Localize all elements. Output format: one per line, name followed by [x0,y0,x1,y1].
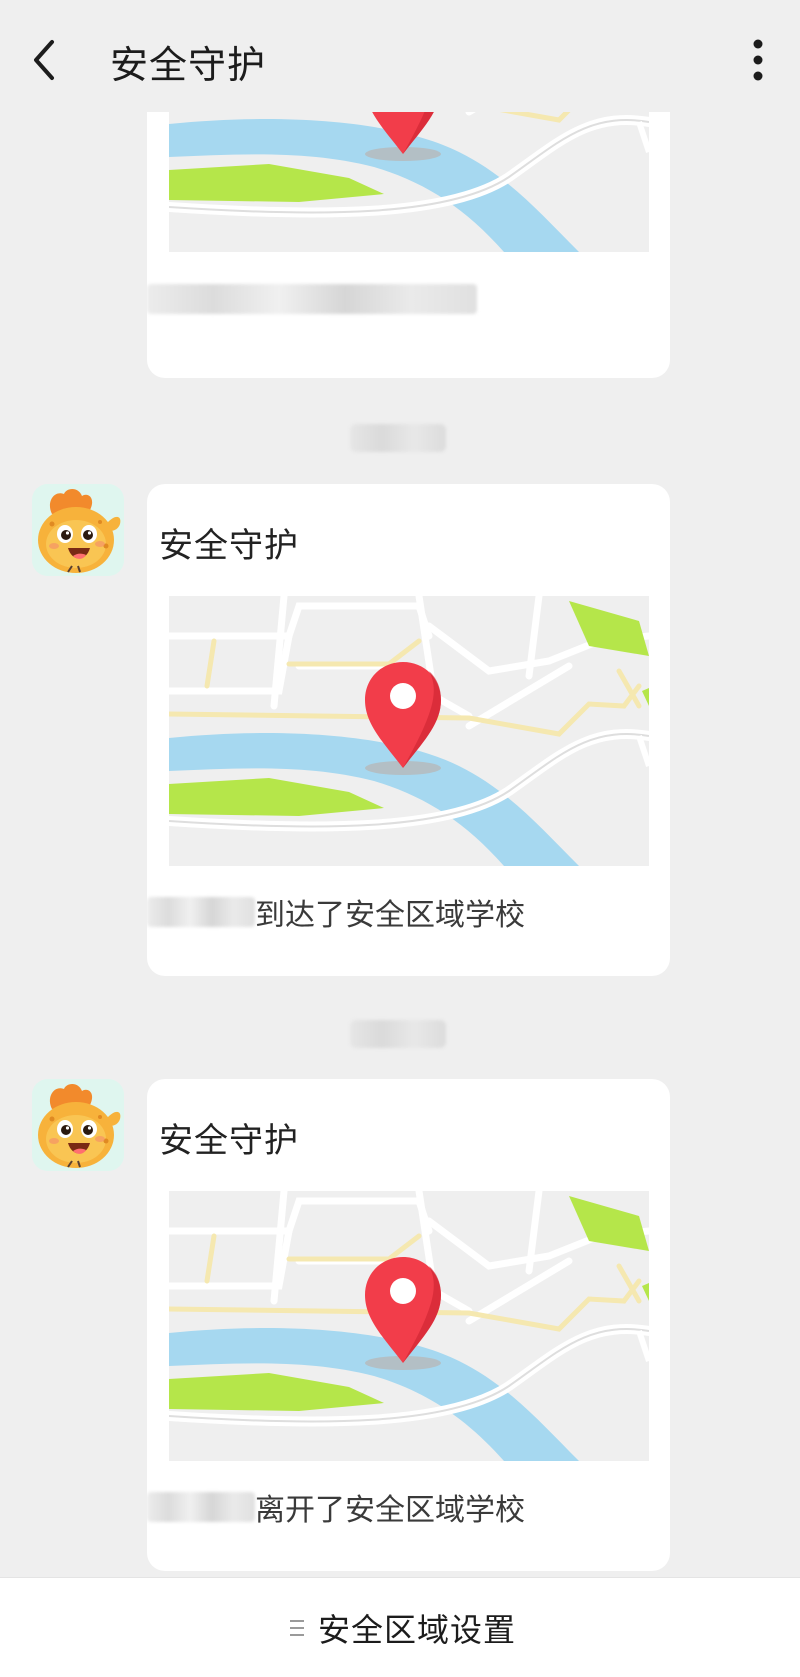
map-preview[interactable] [169,1191,649,1461]
avatar[interactable] [32,1079,124,1171]
message-caption: 到达了安全区域学校 [147,890,525,934]
card-title: 安全守护 [159,526,299,566]
app-header: 安全守护 [0,0,800,112]
back-button[interactable] [22,32,66,88]
menu-icon [290,1620,304,1636]
message-caption: 离开了安全区域学校 [147,1485,525,1529]
avatar[interactable] [32,484,124,576]
more-vertical-icon [753,39,763,81]
card-title: 安全守护 [159,1121,299,1161]
caption-text: 到达了安全区域学校 [255,898,525,933]
timestamp-redacted [350,424,446,452]
message-list[interactable]: 安全守护 到达了安全区域学校 安全守护 离开了安全区域学校 [0,112,800,1576]
mascot-avatar-icon [32,484,124,576]
settings-label: 安全区域设置 [318,1611,517,1649]
page-title: 安全守护 [110,43,267,87]
caption-text: 离开了安全区域学校 [255,1493,525,1528]
mascot-avatar-icon [32,1079,124,1171]
redacted-text [147,1492,255,1522]
timestamp-redacted [350,1020,446,1048]
more-options-button[interactable] [740,32,776,88]
message-card[interactable]: 安全守护 离开了安全区域学校 [147,1079,670,1571]
bottom-bar: 安全区域设置 [0,1577,800,1677]
map-preview[interactable] [169,596,649,866]
redacted-text [147,897,255,927]
safe-zone-settings-button[interactable]: 安全区域设置 [290,1606,516,1650]
redacted-text [147,284,477,314]
map-preview[interactable] [169,112,649,252]
message-card[interactable] [147,112,670,378]
message-card[interactable]: 安全守护 到达了安全区域学校 [147,484,670,976]
message-caption [147,284,477,314]
chevron-left-icon [34,40,54,80]
